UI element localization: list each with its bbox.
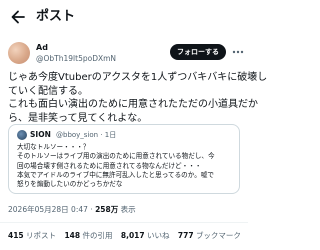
quoted-line: 本気でアイドルのライブ中に無許可乱入したと思ってるのか。嘘で (17, 170, 215, 179)
author-handle[interactable]: @ObTh19lt5poDXmN (36, 54, 116, 63)
engagement-stats: 415 リポスト 148 件の引用 8,017 いいね 777 ブックマーク (8, 231, 247, 241)
views-label: 表示 (118, 205, 136, 214)
bookmark-label[interactable]: ブックマーク (196, 231, 241, 240)
quoted-text: 大切なトルソー・・・？ そのトルソーはライブ用の演出のために用意されている物だし… (17, 143, 235, 189)
quoted-line: 大切なトルソー・・・？ (17, 143, 90, 151)
meta-separator: · (87, 205, 96, 214)
tweet-line: じゃあ今度Vtuberのアクスタを1人ずつバキバキに破壊し (8, 72, 268, 83)
quote-label[interactable]: 件の引用 (82, 231, 112, 240)
arrow-left-icon[interactable] (8, 7, 28, 27)
like-count[interactable]: 8,017 (121, 231, 145, 240)
tweet-line: ら、是非笑って見てくれよな。 (8, 112, 148, 124)
views-count: 258万 (95, 205, 119, 214)
post-meta: 2026年05月28日 0:47 · 258万 表示 (8, 205, 136, 215)
quoted-author-name: SION (30, 130, 51, 139)
bookmark-count[interactable]: 777 (178, 231, 194, 240)
like-label[interactable]: いいね (147, 231, 170, 240)
quoted-author-handle: @bboy_sion · 1日 (56, 131, 117, 139)
more-horizontal-icon[interactable] (231, 45, 245, 59)
quoted-line: 怒りを煽動したいのかどっちかだな (17, 180, 123, 189)
page-title: ポスト (36, 9, 76, 24)
quoted-post[interactable]: SION @bboy_sion · 1日 大切なトルソー・・・？ そのトルソーは… (8, 124, 240, 194)
divider (0, 222, 248, 223)
tweet-line: ていく配信する。 (8, 85, 88, 97)
quote-count[interactable]: 148 (64, 231, 80, 240)
author-name[interactable]: Ad (36, 43, 48, 53)
repost-count[interactable]: 415 (8, 231, 24, 240)
tweet-text: じゃあ今度Vtuberのアクスタを1人ずつバキバキに破壊し ていく配信する。 こ… (8, 71, 268, 125)
quoted-line: そのトルソーはライブ用の演出のために用意されている物だし、今 (17, 152, 215, 161)
avatar[interactable] (8, 42, 30, 64)
timestamp[interactable]: 2026年05月28日 0:47 (8, 205, 88, 214)
tweet-line: これも面白い演出のために用意されたただの小道具だか (8, 99, 258, 110)
quoted-line: 回の場合壊す側されるために用意されてる物なんだけど・・・ (17, 161, 202, 170)
repost-label[interactable]: リポスト (26, 231, 56, 240)
follow-button[interactable]: フォローする (170, 44, 226, 60)
quoted-avatar (17, 130, 27, 140)
top-bar: ポスト (0, 0, 248, 36)
